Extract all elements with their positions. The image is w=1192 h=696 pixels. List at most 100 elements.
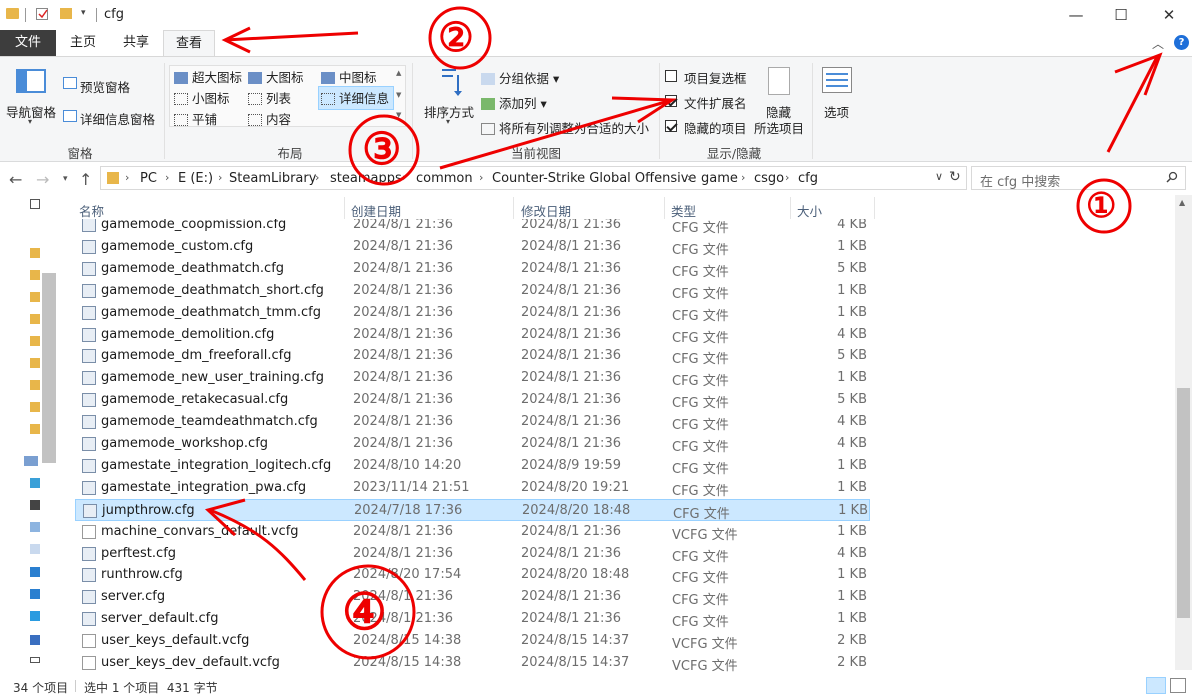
preview-pane-button[interactable]: 预览窗格	[80, 77, 130, 96]
table-row[interactable]: gamestate_integration_logitech.cfg 2024/8…	[75, 455, 870, 477]
chevron-down-icon[interactable]: ▾	[81, 8, 86, 18]
breadcrumb-csgo-root[interactable]: Counter-Strike Global Offensive	[492, 171, 696, 186]
chevron-down-icon[interactable]: ▾	[446, 117, 450, 126]
table-row[interactable]: machine_convars_default.vcfg 2024/8/1 21:…	[75, 521, 870, 543]
table-row[interactable]: gamemode_demolition.cfg 2024/8/1 21:36 202…	[75, 324, 870, 346]
layout-details[interactable]: 详细信息	[318, 86, 395, 110]
column-separator[interactable]	[790, 197, 791, 219]
layout-extra-large-icons[interactable]: 超大图标	[174, 67, 242, 86]
table-row[interactable]: gamemode_new_user_training.cfg 2024/8/1 2…	[75, 367, 870, 389]
group-label-layout: 布局	[277, 146, 303, 161]
properties-icon[interactable]	[36, 8, 48, 20]
gallery-scroll-down-icon[interactable]: ▼	[396, 91, 401, 99]
table-row[interactable]: gamemode_workshop.cfg 2024/8/1 21:36 2024/…	[75, 433, 870, 455]
search-icon[interactable]	[1166, 171, 1178, 183]
back-arrow-icon[interactable]: ←	[9, 170, 22, 189]
help-icon[interactable]: ?	[1174, 35, 1189, 50]
maximize-button[interactable]: ☐	[1098, 0, 1144, 30]
address-bar[interactable]: › PC › E (E:) › SteamLibrary › steamapps…	[100, 166, 967, 190]
details-view-button[interactable]	[1146, 677, 1166, 694]
minimize-button[interactable]: —	[1053, 0, 1099, 30]
fit-columns-button[interactable]: 将所有列调整为合适的大小	[481, 118, 649, 137]
layout-large-icons[interactable]: 大图标	[248, 67, 304, 86]
hide-selected-icon	[768, 67, 790, 95]
layout-content[interactable]: 内容	[248, 109, 291, 128]
breadcrumb-game[interactable]: game	[701, 171, 738, 186]
up-arrow-icon[interactable]: ↑	[79, 170, 92, 189]
hide-selected-button-line2[interactable]: 所选项目	[754, 118, 804, 137]
table-row[interactable]: gamemode_dm_freeforall.cfg 2024/8/1 21:36…	[75, 345, 870, 367]
layout-list[interactable]: 列表	[248, 88, 291, 107]
file-type: CFG 文件	[672, 593, 729, 609]
table-row[interactable]: gamestate_integration_pwa.cfg 2023/11/14 …	[75, 477, 870, 499]
search-box[interactable]: 在 cfg 中搜索	[971, 166, 1186, 190]
breadcrumb-separator[interactable]: ›	[741, 171, 745, 184]
table-row[interactable]: gamemode_custom.cfg 2024/8/1 21:36 2024/8/…	[75, 236, 870, 258]
close-button[interactable]: ✕	[1146, 0, 1192, 30]
breadcrumb-separator[interactable]: ›	[479, 171, 483, 184]
tab-file[interactable]: 文件	[0, 30, 56, 56]
breadcrumb-cfg[interactable]: cfg	[798, 171, 818, 186]
file-size: 2 KB	[837, 633, 867, 649]
table-row[interactable]: user_keys_dev_default.vcfg 2024/8/15 14:3…	[75, 652, 870, 674]
breadcrumb-steamlibrary[interactable]: SteamLibrary	[229, 171, 316, 186]
breadcrumb-separator[interactable]: ›	[315, 171, 319, 184]
file-created: 2024/8/1 21:36	[353, 348, 453, 364]
layout-medium-icons[interactable]: 中图标	[321, 67, 377, 86]
details-view-icon[interactable]	[30, 199, 40, 209]
breadcrumb-separator[interactable]: ›	[165, 171, 169, 184]
column-separator[interactable]	[664, 197, 665, 219]
table-row[interactable]: jumpthrow.cfg 2024/7/18 17:36 2024/8/20 18…	[75, 498, 870, 522]
breadcrumb-drive[interactable]: E (E:)	[178, 171, 213, 186]
breadcrumb-separator[interactable]: ›	[687, 171, 691, 184]
add-columns-button[interactable]: 添加列 ▾	[481, 93, 547, 112]
file-extensions-checkbox[interactable]	[665, 95, 677, 107]
table-row[interactable]: user_keys_default.vcfg 2024/8/15 14:38 202…	[75, 630, 870, 652]
table-row[interactable]: perftest.cfg 2024/8/1 21:36 2024/8/1 21:36…	[75, 543, 870, 565]
scroll-up-icon[interactable]: ▲	[1179, 198, 1185, 207]
breadcrumb-separator[interactable]: ›	[402, 171, 406, 184]
recent-chevron-icon[interactable]: ▾	[63, 174, 68, 184]
breadcrumb-common[interactable]: common	[416, 171, 473, 186]
details-pane-button[interactable]: 详细信息窗格	[80, 109, 155, 128]
table-row[interactable]: gamemode_coopmission.cfg 2024/8/1 21:36 20…	[75, 219, 870, 236]
item-count: 34 个项目	[13, 681, 69, 695]
forward-arrow-icon[interactable]: →	[36, 170, 49, 189]
item-checkboxes-checkbox[interactable]	[665, 70, 677, 82]
search-input[interactable]: 在 cfg 中搜索	[980, 171, 1060, 190]
column-separator[interactable]	[513, 197, 514, 219]
breadcrumb-csgo[interactable]: csgo	[754, 171, 784, 186]
table-row[interactable]: server.cfg 2024/8/1 21:36 2024/8/1 21:36 CF…	[75, 586, 870, 608]
hidden-items-checkbox[interactable]	[665, 120, 677, 132]
new-folder-icon[interactable]	[60, 8, 72, 19]
table-row[interactable]: server_default.cfg 2024/8/1 21:36 2024/8/1…	[75, 608, 870, 630]
file-size: 1 KB	[837, 457, 867, 473]
gallery-scroll-up-icon[interactable]: ▲	[396, 69, 401, 77]
options-button[interactable]: 选项	[824, 102, 849, 121]
file-list-scroll-thumb[interactable]	[1177, 388, 1190, 618]
table-row[interactable]: gamemode_deathmatch_tmm.cfg 2024/8/1 21:3…	[75, 302, 870, 324]
tab-home[interactable]: 主页	[64, 30, 102, 56]
table-row[interactable]: gamemode_retakecasual.cfg 2024/8/1 21:36 2…	[75, 389, 870, 411]
column-separator[interactable]	[344, 197, 345, 219]
breadcrumb-separator[interactable]: ›	[218, 171, 222, 184]
breadcrumb-separator[interactable]: ›	[125, 171, 129, 184]
breadcrumb-pc[interactable]: PC	[140, 171, 157, 186]
large-icons-view-button[interactable]	[1170, 678, 1186, 693]
layout-small-icons[interactable]: 小图标	[174, 88, 230, 107]
gallery-expand-icon[interactable]: ▼	[396, 111, 401, 119]
table-row[interactable]: runthrow.cfg 2024/8/20 17:54 2024/8/20 18:…	[75, 564, 870, 586]
column-separator[interactable]	[874, 197, 875, 219]
layout-tiles[interactable]: 平铺	[174, 109, 217, 128]
chevron-down-icon[interactable]: ▾	[28, 117, 32, 126]
tab-view[interactable]: 查看	[163, 30, 215, 57]
refresh-icon[interactable]: ↻	[949, 169, 961, 185]
collapse-ribbon-icon[interactable]: ︿	[1152, 35, 1164, 52]
table-row[interactable]: gamemode_deathmatch.cfg 2024/8/1 21:36 202…	[75, 258, 870, 280]
breadcrumb-separator[interactable]: ›	[785, 171, 789, 184]
table-row[interactable]: gamemode_deathmatch_short.cfg 2024/8/1 21…	[75, 280, 870, 302]
address-dropdown-icon[interactable]: ∨	[935, 170, 943, 183]
table-row[interactable]: gamemode_teamdeathmatch.cfg 2024/8/1 21:3…	[75, 411, 870, 433]
tab-share[interactable]: 共享	[117, 30, 155, 56]
group-by-button[interactable]: 分组依据 ▾	[481, 68, 559, 87]
